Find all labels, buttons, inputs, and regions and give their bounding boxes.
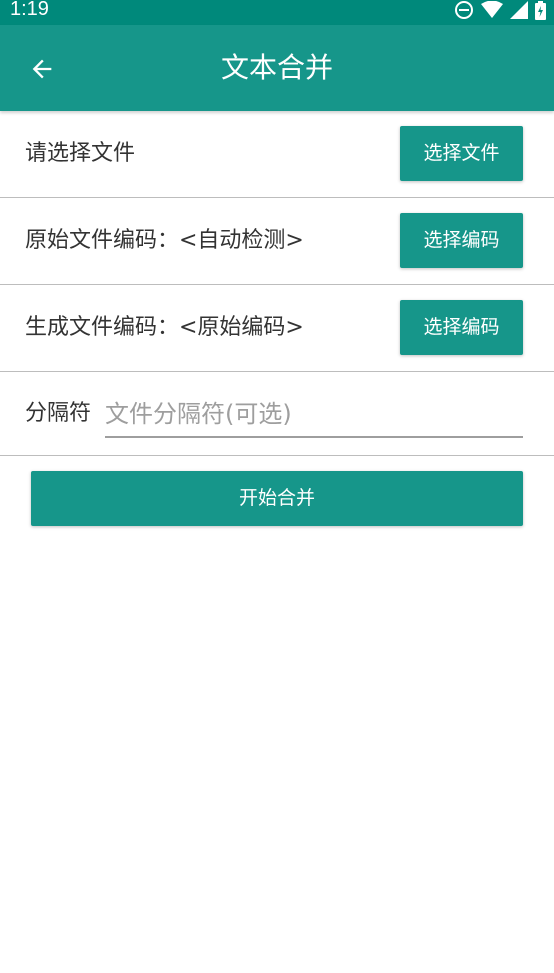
select-output-encoding-button[interactable]: 选择编码: [400, 300, 523, 355]
output-encoding-row: 生成文件编码：<原始编码> 选择编码: [0, 285, 554, 372]
separator-input[interactable]: [105, 392, 523, 438]
file-row: 请选择文件 选择文件: [0, 111, 554, 198]
file-label: 请选择文件: [25, 141, 136, 166]
app-bar: 文本合并: [0, 25, 554, 111]
battery-charging-icon: [535, 0, 546, 20]
source-encoding-label: 原始文件编码：<自动检测>: [25, 228, 304, 253]
status-icons: [454, 0, 546, 20]
do-not-disturb-icon: [455, 1, 473, 19]
status-time: 1:19: [10, 0, 49, 20]
select-source-encoding-button[interactable]: 选择编码: [400, 213, 523, 268]
separator-label: 分隔符: [25, 401, 92, 426]
wifi-icon: [481, 1, 503, 18]
page-title: 文本合并: [220, 51, 333, 84]
separator-row: 分隔符: [0, 372, 554, 456]
source-encoding-row: 原始文件编码：<自动检测> 选择编码: [0, 198, 554, 285]
signal-icon: [510, 1, 528, 19]
select-file-button[interactable]: 选择文件: [400, 126, 523, 181]
start-merge-button[interactable]: 开始合并: [31, 471, 523, 526]
status-bar: 1:19: [0, 0, 554, 25]
output-encoding-label: 生成文件编码：<原始编码>: [25, 315, 304, 340]
